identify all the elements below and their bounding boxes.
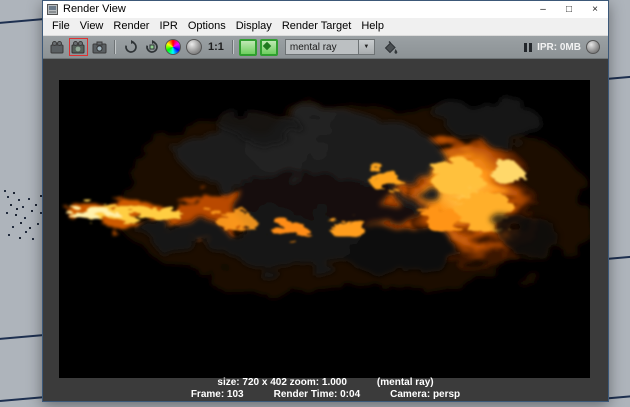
rgb-channels-icon[interactable] [163, 38, 182, 56]
window-title: Render View [63, 3, 126, 15]
render-area: size: 720 x 402 zoom: 1.000 (mental ray)… [43, 59, 608, 401]
redo-render-icon[interactable] [48, 38, 67, 56]
renderer-note-label: (mental ray) [376, 376, 434, 388]
ipr-refresh-icon[interactable] [121, 38, 140, 56]
snapshot-icon[interactable] [90, 38, 109, 56]
render-view-window: Render View – □ × File View Render IPR O… [42, 0, 609, 402]
minimize-button[interactable]: – [530, 1, 556, 18]
camera-label: Camera: persp [390, 388, 461, 400]
menu-render[interactable]: Render [108, 18, 154, 35]
rendered-image[interactable] [59, 80, 590, 378]
background-curve-line [0, 333, 46, 340]
renderer-dropdown-value[interactable]: mental ray [284, 39, 358, 55]
menu-options[interactable]: Options [183, 18, 231, 35]
keep-image-icon[interactable] [239, 38, 258, 56]
redo-ipr-render-icon[interactable] [69, 38, 88, 56]
menu-view[interactable]: View [75, 18, 109, 35]
titlebar[interactable]: Render View – □ × [43, 1, 608, 18]
size-zoom-label: size: 720 x 402 zoom: 1.000 [217, 376, 347, 388]
render-progress-indicator [586, 40, 600, 54]
background-curve-line [605, 255, 630, 260]
menu-display[interactable]: Display [231, 18, 277, 35]
renderer-dropdown[interactable]: mental ray ▼ [284, 39, 375, 55]
render-time-label: Render Time: 0:04 [273, 388, 361, 400]
background-curve-line [0, 17, 46, 24]
chevron-down-icon[interactable]: ▼ [357, 39, 375, 55]
remove-image-icon[interactable] [260, 38, 279, 56]
pause-ipr-icon[interactable] [524, 42, 533, 52]
app-icon [47, 4, 58, 15]
background-curve-line [0, 395, 46, 402]
toolbar-separator [114, 40, 116, 54]
fire-render [59, 80, 590, 378]
one-to-one-button[interactable]: 1:1 [205, 41, 227, 53]
statusbar: size: 720 x 402 zoom: 1.000 (mental ray)… [43, 375, 608, 401]
background-curve-line [605, 75, 630, 80]
alpha-channel-icon[interactable] [184, 38, 203, 56]
ipr-memory-label: IPR: 0MB [537, 41, 581, 53]
menu-help[interactable]: Help [356, 18, 389, 35]
close-button[interactable]: × [582, 1, 608, 18]
toolbar-separator [231, 40, 234, 54]
toolbar: 1:1 mental ray ▼ IPR: 0MB [43, 36, 608, 59]
menu-file[interactable]: File [47, 18, 75, 35]
menu-ipr[interactable]: IPR [154, 18, 182, 35]
maximize-button[interactable]: □ [556, 1, 582, 18]
background-particles [4, 190, 6, 192]
ipr-update-region-icon[interactable] [142, 38, 161, 56]
frame-label: Frame: 103 [190, 388, 244, 400]
menubar: File View Render IPR Options Display Ren… [43, 18, 608, 36]
paint-bucket-icon[interactable] [381, 38, 400, 56]
menu-render-target[interactable]: Render Target [277, 18, 357, 35]
